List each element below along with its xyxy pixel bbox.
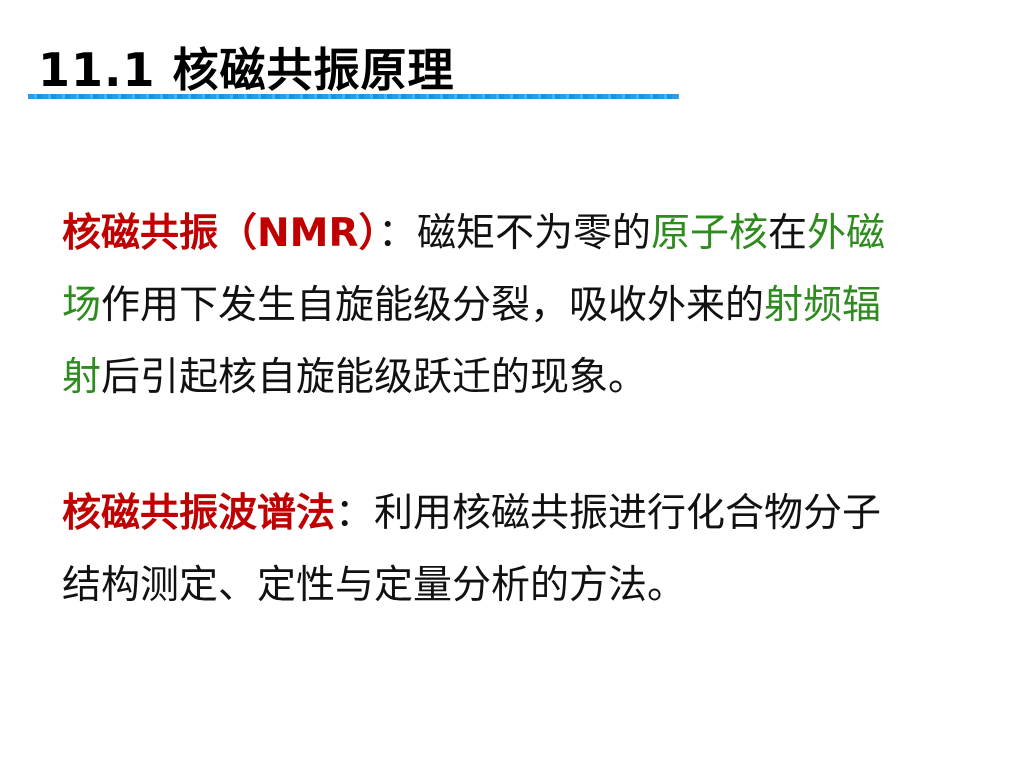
slide-title: 11.1 核磁共振原理 bbox=[38, 43, 455, 97]
keyword-highlight: 外磁 bbox=[807, 211, 886, 256]
term-highlight: 核磁共振波谱法 bbox=[62, 491, 336, 536]
term-highlight: 核磁共振（NMR） bbox=[62, 211, 378, 256]
text-segment: 在 bbox=[768, 211, 808, 256]
keyword-highlight: 射频辐 bbox=[764, 283, 882, 328]
nmr-spectroscopy-definition-paragraph: 核磁共振波谱法：利用核磁共振进行化合物分子结构测定、定性与定量分析的方法。 bbox=[62, 478, 881, 622]
nmr-definition-paragraph: 核磁共振（NMR）：磁矩不为零的原子核在外磁 场作用下发生自旋能级分裂，吸收外来的… bbox=[62, 198, 885, 414]
text-line: 场作用下发生自旋能级分裂，吸收外来的射频辐 bbox=[62, 270, 885, 342]
text-segment: 作用下发生自旋能级分裂，吸收外来的 bbox=[101, 283, 765, 328]
text-segment: 后引起核自旋能级跃迁的现象。 bbox=[101, 355, 648, 400]
text-segment: ：利用核磁共振进行化合物分子 bbox=[335, 491, 882, 536]
text-line: 核磁共振波谱法：利用核磁共振进行化合物分子 bbox=[62, 478, 881, 550]
keyword-highlight: 射 bbox=[62, 355, 102, 400]
text-segment: 结构测定、定性与定量分析的方法。 bbox=[62, 563, 687, 608]
keyword-highlight: 原子核 bbox=[651, 211, 769, 256]
text-line: 结构测定、定性与定量分析的方法。 bbox=[62, 550, 881, 622]
text-line: 核磁共振（NMR）：磁矩不为零的原子核在外磁 bbox=[62, 198, 885, 270]
text-line: 射后引起核自旋能级跃迁的现象。 bbox=[62, 342, 885, 414]
keyword-highlight: 场 bbox=[62, 283, 102, 328]
text-segment: ：磁矩不为零的 bbox=[377, 211, 651, 256]
title-underline bbox=[28, 94, 679, 99]
